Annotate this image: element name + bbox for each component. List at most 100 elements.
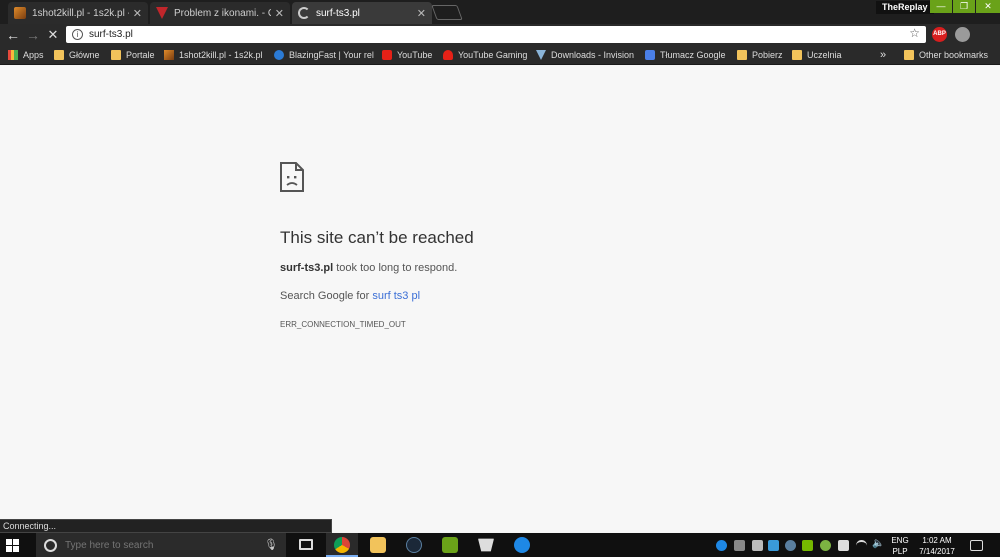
logitech-icon[interactable] [716, 540, 727, 551]
bookmark-apps[interactable]: Apps [8, 48, 44, 62]
tab-1shot2kill[interactable]: 1shot2kill.pl - 1s2k.pl - Se ✕ [8, 2, 148, 24]
bookmark-downloads-invision[interactable]: Downloads - Invision [536, 48, 636, 62]
bookmarks-bar: Apps Główne Portale 1shot2kill.pl - 1s2k… [0, 45, 1000, 65]
profile-button[interactable]: TheReplay [876, 1, 934, 14]
tray-mask-icon[interactable] [734, 540, 745, 551]
task-view-icon [299, 539, 313, 550]
tab-title: 1shot2kill.pl - 1s2k.pl - Se [32, 7, 129, 19]
tab-strip: 1shot2kill.pl - 1s2k.pl - Se ✕ Problem z… [0, 0, 1000, 24]
start-button[interactable] [6, 539, 19, 552]
clock-time: 1:02 AM [922, 536, 952, 545]
steam-tray-icon[interactable] [785, 540, 796, 551]
page-content: This site can’t be reached surf-ts3.pl t… [0, 66, 1000, 532]
restore-button[interactable]: ❐ [953, 0, 975, 13]
blazingfast-icon [274, 50, 284, 60]
bookmark-folder-pobierz[interactable]: Pobierz [737, 48, 783, 62]
apps-grid-icon [8, 50, 18, 60]
sad-page-icon [280, 162, 304, 192]
forward-button[interactable]: → [24, 26, 42, 44]
bookmark-label: Other bookmarks [919, 50, 989, 60]
youtube-icon [382, 50, 392, 60]
taskbar-steam[interactable] [398, 533, 430, 557]
action-center-icon[interactable] [970, 540, 983, 551]
clock[interactable]: 1:02 AM 7/14/2017 [914, 536, 960, 556]
address-bar[interactable]: i ☆ [66, 26, 926, 43]
mask-icon [478, 538, 494, 552]
search-prefix: Search Google for [280, 290, 373, 302]
other-bookmarks-folder[interactable]: Other bookmarks [904, 48, 988, 62]
minimize-button[interactable]: — [930, 0, 952, 13]
taskbar-app-mask[interactable] [470, 533, 502, 557]
tray-app-icon[interactable] [768, 540, 779, 551]
folder-icon [792, 50, 802, 60]
bookmark-youtube-gaming[interactable]: YouTube Gaming [443, 48, 527, 62]
bookmark-label: Apps [23, 50, 44, 60]
bookmark-label: YouTube [397, 50, 433, 60]
bookmark-folder-portale[interactable]: Portale [111, 48, 155, 62]
bookmark-label: Downloads - Invision [551, 50, 635, 60]
volume-icon[interactable]: 🔈 [872, 538, 884, 549]
notepad-icon [442, 537, 458, 553]
status-bubble: Connecting... [0, 519, 332, 533]
close-tab-icon[interactable]: ✕ [133, 7, 142, 20]
bookmark-youtube[interactable]: YouTube [382, 48, 432, 62]
bookmark-folder-glowne[interactable]: Główne [54, 48, 100, 62]
language-indicator[interactable]: ENG PLP [888, 536, 912, 556]
close-tab-icon[interactable]: ✕ [275, 7, 284, 20]
tray-app-icon[interactable] [752, 540, 763, 551]
tab-title: Problem z ikonami. - Og [174, 7, 271, 19]
microphone-icon[interactable]: 🎙 [264, 538, 278, 551]
windows-logo-icon [6, 539, 12, 545]
new-tab-button[interactable] [431, 5, 463, 20]
tab-problem-z-ikonami[interactable]: Problem z ikonami. - Og ✕ [150, 2, 290, 24]
1s2k-icon [164, 50, 174, 60]
invision-icon [536, 50, 546, 60]
taskbar-search[interactable]: 🎙 [36, 533, 286, 557]
wifi-icon[interactable] [856, 540, 867, 551]
search-google-link[interactable]: surf ts3 pl [372, 290, 420, 302]
close-tab-icon[interactable]: ✕ [417, 7, 426, 20]
nvidia-icon[interactable] [802, 540, 813, 551]
bookmark-star-icon[interactable]: ☆ [909, 26, 920, 40]
adblock-plus-icon[interactable]: ABP [932, 27, 947, 42]
taskbar-notepad[interactable] [434, 533, 466, 557]
bookmark-tlumacz-google[interactable]: Tłumacz Google [645, 48, 726, 62]
close-window-button[interactable]: ✕ [976, 0, 1000, 13]
task-view-button[interactable] [290, 533, 322, 557]
taskbar-search-input[interactable] [65, 539, 255, 551]
taskbar-messenger[interactable] [506, 533, 538, 557]
error-code: ERR_CONNECTION_TIMED_OUT [280, 320, 406, 329]
google-translate-icon [645, 50, 655, 60]
error-host: surf-ts3.pl [280, 262, 334, 274]
back-button[interactable]: ← [4, 26, 22, 44]
bookmark-1shot2kill[interactable]: 1shot2kill.pl - 1s2k.pl [164, 48, 268, 62]
windows-logo-icon [13, 546, 19, 552]
error-search-suggestion: Search Google for surf ts3 pl [280, 290, 420, 302]
taskbar: 🎙 🔈 ENG PLP 1:02 AM 7/14/2017 [0, 533, 1000, 557]
windows-logo-icon [6, 546, 12, 552]
invision-icon [156, 7, 168, 19]
bookmark-folder-uczelnia[interactable]: Uczelnia [792, 48, 842, 62]
folder-icon [737, 50, 747, 60]
language-code: ENG [891, 536, 909, 545]
windows-logo-icon [13, 539, 19, 545]
steam-icon [406, 537, 422, 553]
messenger-icon [514, 537, 530, 553]
tray-app-icon[interactable] [820, 540, 831, 551]
bookmark-label: Tłumacz Google [660, 50, 726, 60]
info-icon[interactable]: i [72, 29, 83, 40]
url-input[interactable] [89, 29, 869, 40]
bookmarks-overflow-button[interactable]: » [880, 48, 886, 62]
stop-button[interactable]: ✕ [44, 26, 62, 44]
extension-icon[interactable] [955, 27, 970, 42]
clock-date: 7/14/2017 [919, 547, 955, 556]
1s2k-icon [14, 7, 26, 19]
battery-icon[interactable] [838, 540, 849, 551]
taskbar-file-explorer[interactable] [362, 533, 394, 557]
bookmark-blazingfast[interactable]: BlazingFast | Your reli [274, 48, 374, 62]
bookmark-label: BlazingFast | Your reli [289, 50, 374, 60]
tab-surf-ts3[interactable]: surf-ts3.pl ✕ [292, 2, 432, 24]
youtube-gaming-icon [443, 50, 453, 60]
taskbar-chrome[interactable] [326, 533, 358, 557]
bookmark-label: 1shot2kill.pl - 1s2k.pl [179, 50, 263, 60]
